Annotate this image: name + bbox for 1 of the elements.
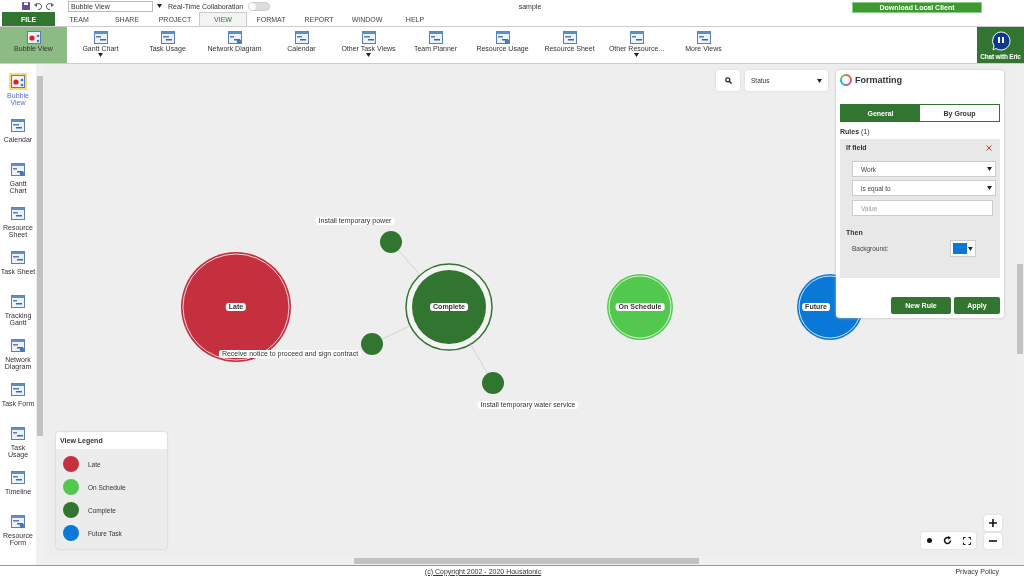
- panel-title: Formatting: [855, 75, 902, 85]
